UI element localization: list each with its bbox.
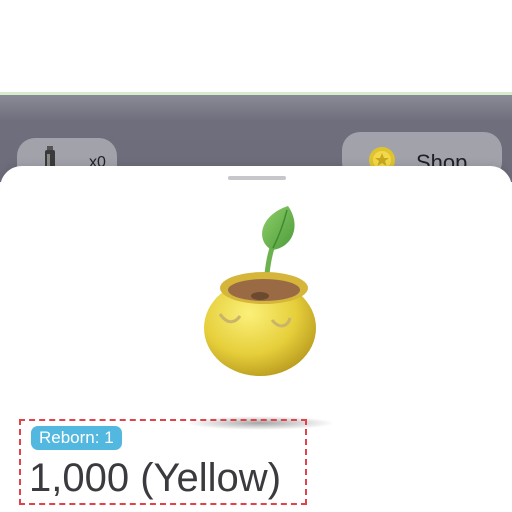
value-info-highlight: Reborn: 1 1,000 (Yellow) [19, 419, 307, 505]
sheet-drag-handle[interactable] [228, 176, 286, 180]
yellow-pot-sprout-icon [204, 206, 316, 376]
reborn-badge: Reborn: 1 [31, 426, 122, 450]
plant-value-text: 1,000 (Yellow) [29, 456, 282, 500]
top-area [0, 0, 512, 92]
